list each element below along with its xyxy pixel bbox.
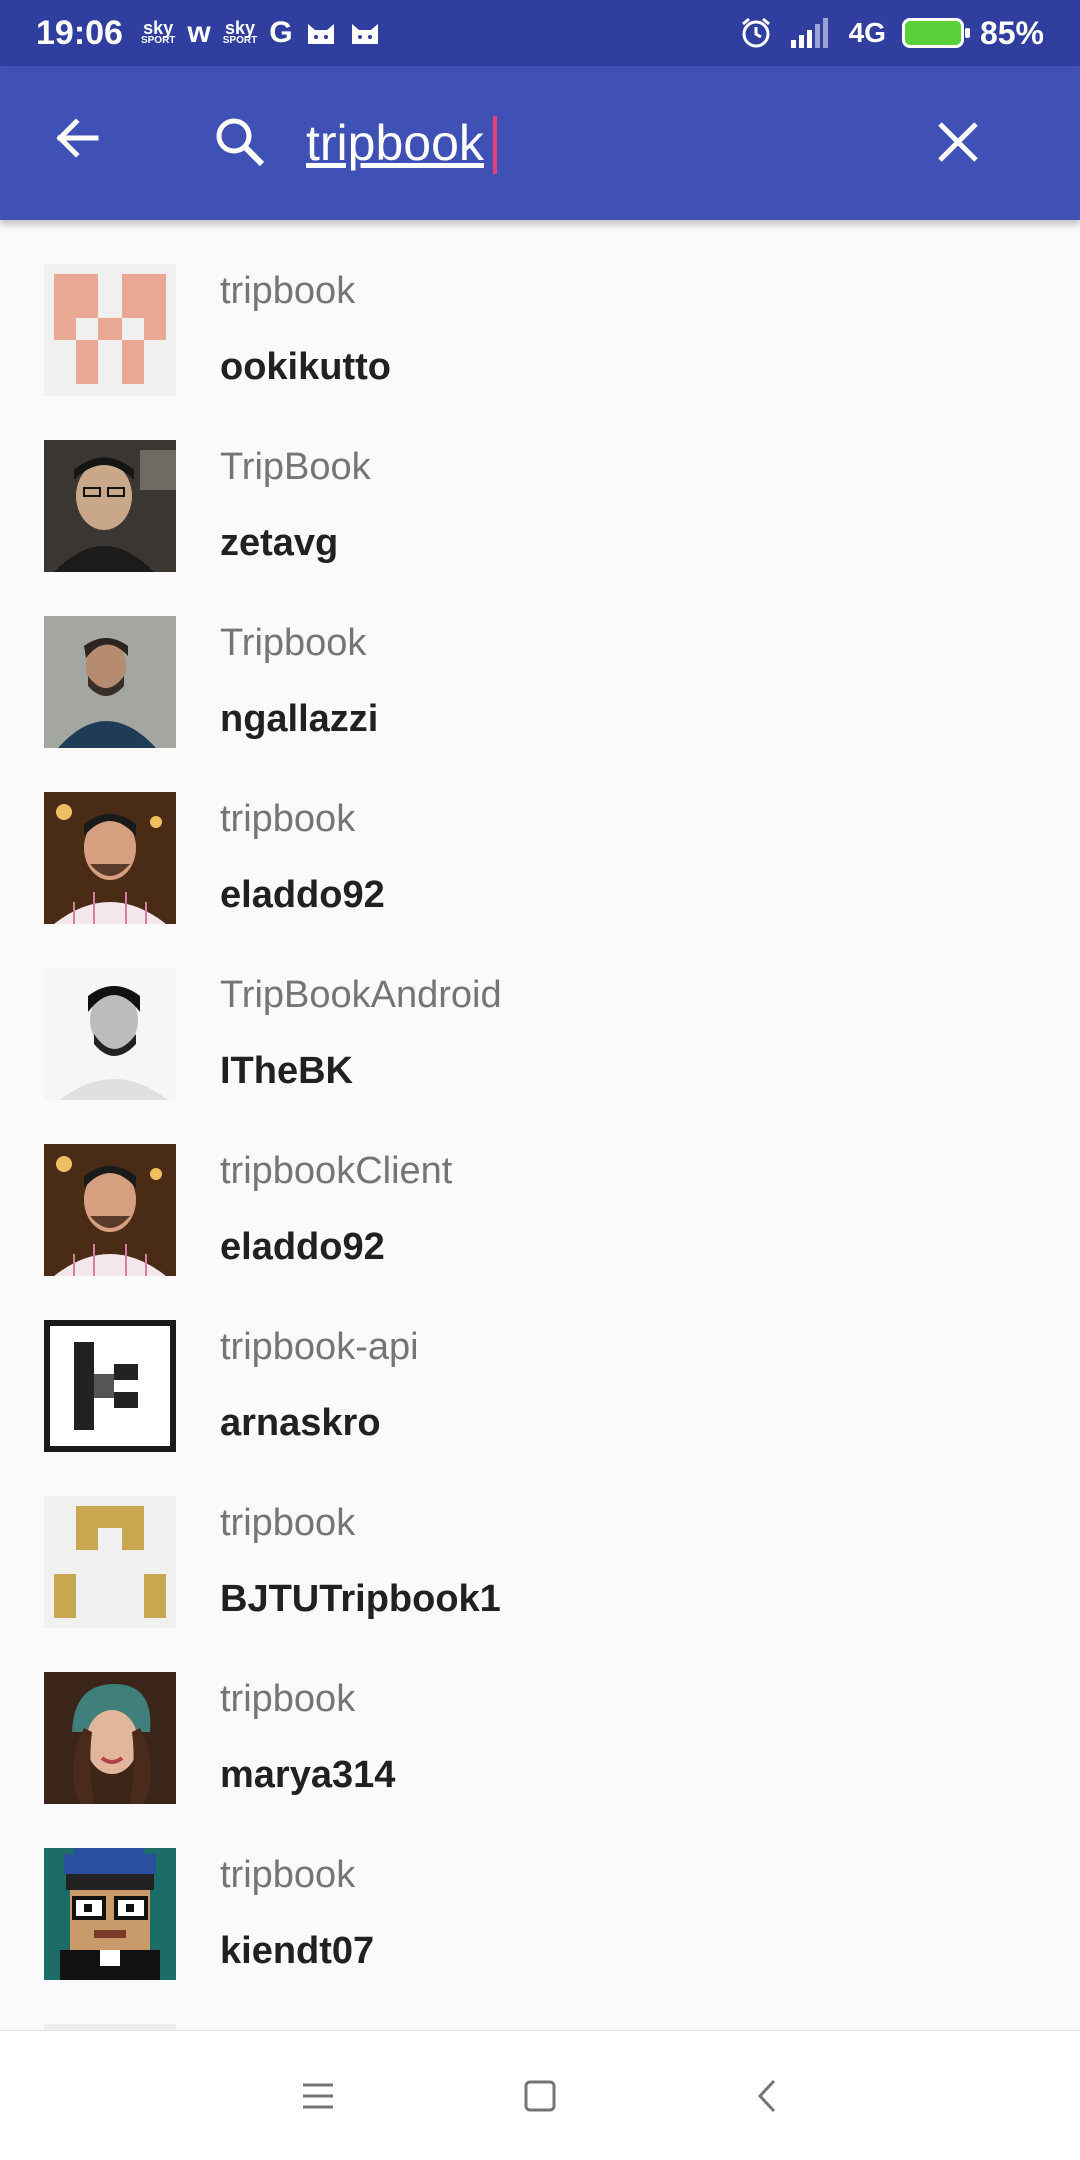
avatar	[44, 1672, 176, 1804]
list-item[interactable]: tripbook kiendt07	[0, 1804, 1080, 1980]
repo-name: tripbook	[220, 1678, 356, 1720]
alarm-icon	[741, 17, 770, 48]
battery-icon	[901, 18, 970, 48]
network-type: 4G	[848, 17, 886, 48]
list-item[interactable]: tripbookClient eladdo92	[0, 1100, 1080, 1276]
list-item[interactable]: tripbook eladdo92	[0, 748, 1080, 924]
sky-sport-icon: sky SPORT	[140, 18, 176, 46]
list-item[interactable]: TripBookAndroid ITheBK	[0, 924, 1080, 1100]
search-toolbar	[0, 66, 1080, 220]
sky-sport-icon: sky SPORT	[222, 18, 258, 46]
repo-name: tripbook-api	[220, 1326, 419, 1368]
system-nav-bar	[0, 2030, 1080, 2160]
repo-name: tripbook	[220, 270, 356, 312]
owner-name: zetavg	[220, 522, 339, 564]
repo-name: tripbook	[220, 1502, 356, 1544]
list-item[interactable]: tripbook ookikutto	[0, 220, 1080, 396]
home-square-icon[interactable]	[515, 2071, 565, 2121]
avatar	[44, 264, 176, 396]
avatar	[44, 440, 176, 572]
owner-name: eladdo92	[220, 874, 385, 916]
cat-icon	[351, 24, 378, 44]
owner-name: kiendt07	[220, 1930, 375, 1972]
list-item[interactable]: Tripbook ngallazzi	[0, 572, 1080, 748]
menu-icon[interactable]	[293, 2071, 343, 2121]
avatar	[44, 968, 176, 1100]
list-item[interactable]: tripbook BJTUTripbook1	[0, 1452, 1080, 1628]
owner-name: eladdo92	[220, 1226, 385, 1268]
repo-name: TripBook	[220, 446, 371, 488]
close-icon[interactable]	[930, 114, 986, 170]
list-item[interactable]: TripBook zetavg	[0, 396, 1080, 572]
list-item[interactable]	[0, 1980, 1080, 2030]
signal-icon	[790, 18, 828, 48]
owner-name: ookikutto	[220, 346, 391, 388]
owner-name: ITheBK	[220, 1050, 353, 1092]
back-chevron-icon[interactable]	[742, 2071, 792, 2121]
avatar	[44, 1848, 176, 1980]
repo-name: tripbookClient	[220, 1150, 453, 1192]
avatar	[44, 1496, 176, 1628]
repo-name: tripbook	[220, 798, 356, 840]
text-caret	[493, 116, 497, 174]
owner-name: ngallazzi	[220, 698, 379, 740]
search-results-list: tripbook ookikutto TripBook zetavg Tripb…	[0, 220, 1080, 2030]
battery-percent: 85%	[979, 14, 1044, 51]
cat-icon	[307, 24, 334, 44]
repo-name: tripbook	[220, 1854, 356, 1896]
arrow-left-icon[interactable]	[50, 110, 106, 166]
avatar	[44, 792, 176, 924]
owner-name: marya314	[220, 1754, 396, 1796]
owner-name: BJTUTripbook1	[220, 1578, 501, 1620]
search-icon	[216, 118, 265, 167]
owner-name: arnaskro	[220, 1402, 381, 1444]
google-icon: G	[269, 16, 293, 49]
list-item[interactable]: tripbook-api arnaskro	[0, 1276, 1080, 1452]
notification-icons: sky SPORT w sky SPORT G	[141, 16, 381, 50]
avatar	[44, 1320, 176, 1452]
list-item[interactable]: tripbook marya314	[0, 1628, 1080, 1804]
avatar	[44, 1144, 176, 1276]
status-time: 19:06	[36, 13, 123, 52]
status-bar: 19:06 sky SPORT w sky SPORT G 4G 85%	[0, 0, 1080, 66]
repo-name: TripBookAndroid	[220, 974, 502, 1016]
w-app-icon: w	[187, 16, 211, 49]
avatar	[44, 616, 176, 748]
system-status: 4G 85%	[739, 15, 1044, 52]
search-input[interactable]	[306, 108, 906, 178]
repo-name: Tripbook	[220, 622, 367, 664]
